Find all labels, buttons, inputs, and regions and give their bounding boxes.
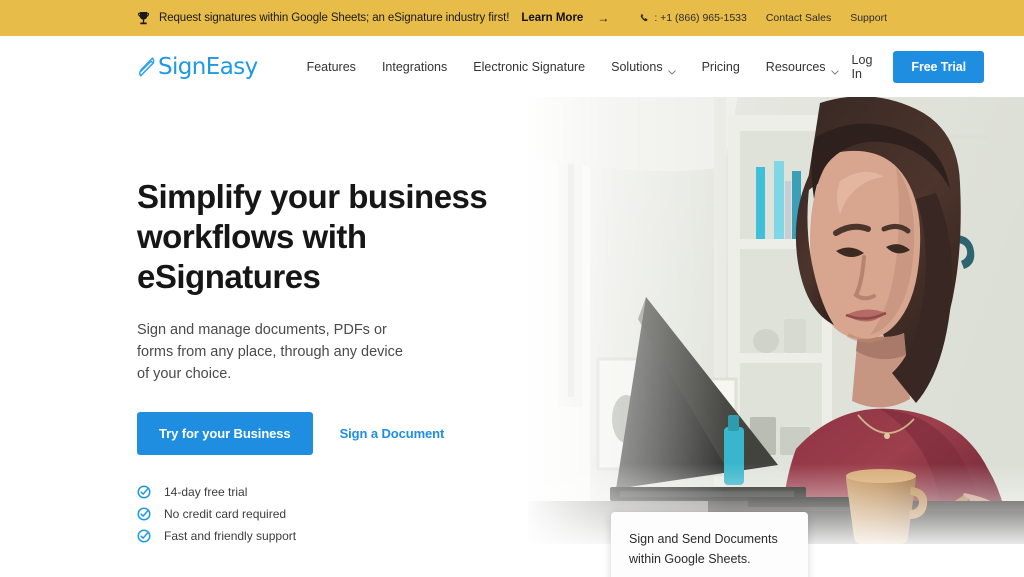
header-actions: Log In Free Trial: [852, 50, 984, 83]
chevron-down-icon: [830, 64, 839, 75]
hero-checklist: 14-day free trial No credit card require…: [137, 485, 517, 543]
phone-icon: [639, 13, 650, 24]
announcement-banner: Request signatures within Google Sheets;…: [0, 0, 1024, 36]
nav-item-resources[interactable]: Resources: [753, 54, 852, 80]
hero-section: Simplify your business workflows with eS…: [0, 97, 1024, 577]
contact-sales-link[interactable]: Contact Sales: [766, 12, 831, 24]
video-card-line-2: within Google Sheets.: [629, 552, 751, 566]
support-link[interactable]: Support: [850, 12, 887, 24]
hero-title-line-3: eSignatures: [137, 258, 321, 295]
nav-item-features[interactable]: Features: [294, 54, 369, 80]
nav-item-solutions[interactable]: Solutions: [598, 54, 688, 80]
main-navigation: Features Integrations Electronic Signatu…: [294, 54, 852, 80]
trophy-icon: [137, 11, 150, 26]
hero-title-line-2: workflows with: [137, 218, 367, 255]
pen-nib-icon: [137, 56, 157, 78]
check-circle-icon: [137, 529, 151, 543]
page-root: Request signatures within Google Sheets;…: [0, 0, 1024, 577]
nav-label: Features: [306, 59, 356, 74]
watch-video-card: Sign and Send Documents within Google Sh…: [611, 512, 808, 577]
nav-label: Pricing: [701, 59, 740, 74]
login-link[interactable]: Log In: [852, 53, 873, 81]
phone-number: : +1 (866) 965-1533: [639, 12, 747, 24]
hero-image: [528, 97, 1024, 544]
learn-more-link[interactable]: Learn More: [521, 12, 583, 24]
announcement-text: Request signatures within Google Sheets;…: [159, 12, 510, 24]
nav-item-electronic-signature[interactable]: Electronic Signature: [460, 54, 598, 80]
list-item: No credit card required: [137, 507, 517, 521]
signeasy-logo[interactable]: SignEasy: [137, 54, 258, 80]
arrow-right-icon: →: [597, 11, 610, 25]
video-card-line-1: Sign and Send Documents: [629, 532, 778, 546]
nav-item-integrations[interactable]: Integrations: [369, 54, 460, 80]
site-header: SignEasy Features Integrations Electroni…: [0, 36, 1024, 97]
nav-label: Integrations: [381, 59, 448, 74]
sign-a-document-link[interactable]: Sign a Document: [340, 426, 445, 441]
announcement-message: Request signatures within Google Sheets;…: [137, 11, 609, 26]
list-item: Fast and friendly support: [137, 529, 517, 543]
hero-title: Simplify your business workflows with eS…: [137, 177, 517, 297]
video-card-text: Sign and Send Documents within Google Sh…: [629, 529, 790, 569]
hero-subtitle: Sign and manage documents, PDFs or forms…: [137, 322, 403, 382]
announcement-contact-group: : +1 (866) 965-1533 Contact Sales Suppor…: [639, 12, 887, 24]
hero-title-line-1: Simplify your business: [137, 178, 488, 215]
announcement-banner-inner: Request signatures within Google Sheets;…: [0, 11, 1024, 26]
logo-wordmark: SignEasy: [158, 53, 258, 80]
chevron-down-icon: [667, 64, 676, 75]
free-trial-button[interactable]: Free Trial: [893, 50, 984, 83]
list-item: 14-day free trial: [137, 485, 517, 499]
nav-label: Solutions: [611, 59, 663, 74]
hero-cta-group: Try for your Business Sign a Document: [137, 412, 517, 455]
phone-number-text: : +1 (866) 965-1533: [654, 12, 747, 24]
checklist-label: 14-day free trial: [164, 485, 248, 499]
nav-label: Electronic Signature: [473, 59, 586, 74]
nav-label: Resources: [765, 59, 826, 74]
checklist-label: No credit card required: [164, 507, 287, 521]
check-circle-icon: [137, 485, 151, 499]
try-for-business-button[interactable]: Try for your Business: [137, 412, 313, 455]
hero-content: Simplify your business workflows with eS…: [137, 177, 517, 543]
checklist-label: Fast and friendly support: [164, 529, 297, 543]
nav-item-pricing[interactable]: Pricing: [689, 54, 753, 80]
check-circle-icon: [137, 507, 151, 521]
